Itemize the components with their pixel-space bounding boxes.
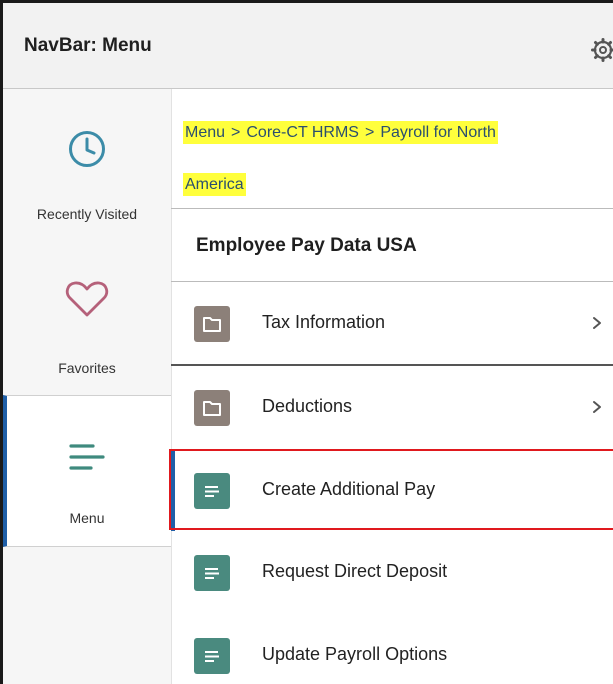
list-item-label: Update Payroll Options — [262, 644, 448, 664]
list-item-tax-information[interactable]: Tax Information — [171, 282, 613, 364]
list-item-deductions[interactable]: Deductions — [171, 366, 613, 448]
chevron-right-icon — [593, 401, 601, 413]
folder-tile — [194, 306, 230, 342]
sidebar: Recently Visited Favorites Menu — [3, 89, 171, 684]
breadcrumb-link-payroll[interactable]: Payroll for North — [378, 121, 498, 144]
sidebar-item-label: Favorites — [58, 360, 116, 376]
annotation-highlight-box — [169, 449, 613, 530]
breadcrumb-link-menu[interactable]: Menu — [183, 121, 228, 144]
chevron-right-icon — [593, 317, 601, 329]
gear-icon[interactable] — [591, 38, 613, 62]
sidebar-item-recently-visited[interactable]: Recently Visited — [3, 89, 171, 241]
sidebar-item-menu[interactable]: Menu — [3, 395, 171, 547]
menu-lines-icon — [69, 444, 105, 470]
section-title: Employee Pay Data USA — [196, 235, 417, 256]
folder-icon — [203, 401, 221, 416]
document-icon — [205, 651, 219, 662]
sidebar-item-favorites[interactable]: Favorites — [3, 241, 171, 393]
list-item-label: Deductions — [262, 396, 353, 416]
list-item-label: Request Direct Deposit — [262, 561, 448, 581]
app-window: NavBar: Menu Recently Visited Favorites … — [0, 0, 613, 684]
navbar-header: NavBar: Menu — [3, 3, 613, 89]
page-title: NavBar: Menu — [24, 35, 152, 56]
sidebar-item-label: Recently Visited — [36, 206, 138, 222]
folder-icon — [203, 317, 221, 332]
breadcrumb-link-core-ct-hrms[interactable]: Core-CT HRMS — [244, 121, 361, 144]
document-tile — [194, 555, 230, 591]
document-tile — [194, 638, 230, 674]
breadcrumb-separator: > — [227, 121, 245, 144]
breadcrumb-link-payroll-continued[interactable]: America — [183, 173, 246, 196]
divider — [171, 208, 613, 209]
heart-icon — [65, 281, 109, 317]
list-item-update-payroll-options[interactable]: Update Payroll Options — [171, 614, 613, 684]
document-icon — [205, 568, 219, 579]
list-item-label: Tax Information — [262, 312, 386, 332]
sidebar-item-label: Menu — [69, 510, 105, 526]
clock-icon — [69, 131, 105, 167]
list-item-request-direct-deposit[interactable]: Request Direct Deposit — [171, 531, 613, 613]
folder-tile — [194, 390, 230, 426]
breadcrumb-separator: > — [360, 121, 379, 144]
